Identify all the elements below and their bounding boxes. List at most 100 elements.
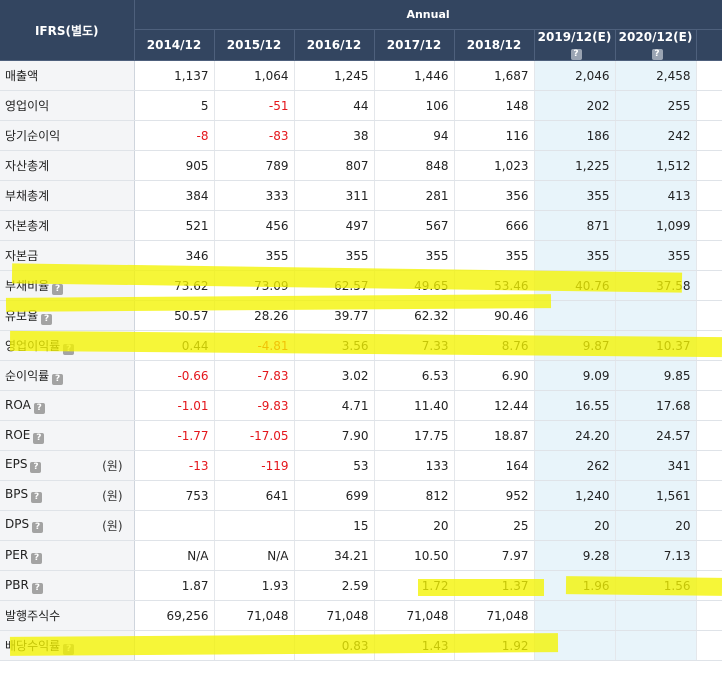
value-cell [534,300,616,331]
row-label: 자본금 [0,240,135,271]
value-cell [214,630,295,661]
row-label: 영업이익 [0,90,135,121]
value-cell: 355 [534,180,616,211]
value-cell: 497 [294,210,375,241]
row-label: DPS? (원) [0,510,135,541]
value-cell: 49.65 [374,270,455,301]
help-icon[interactable]: ? [651,49,663,60]
table-row: EPS? (원) -13 -119 53 133 164 262 341 [0,450,722,481]
value-cell: 53 [294,450,375,481]
value-cell: 355 [214,240,295,271]
spacer-cell [696,570,722,601]
value-cell: 186 [534,120,616,151]
value-cell: 1.37 [454,570,535,601]
row-label: 순이익률? [0,360,135,391]
value-cell: 4.71 [294,390,375,421]
value-cell: 262 [534,450,616,481]
value-cell: 7.90 [294,420,375,451]
value-cell: 2.59 [294,570,375,601]
value-cell: N/A [214,540,295,571]
year-header-2017: 2017/12 [374,29,455,61]
value-cell: 10.37 [615,330,697,361]
help-icon[interactable]: ? [33,432,45,444]
table-row: 부채비율? 73.62 73.09 62.57 49.65 53.46 40.76 37.58 [0,270,722,301]
help-icon[interactable]: ? [31,492,43,503]
value-cell: 7.13 [615,540,697,571]
value-cell: 3.02 [294,360,375,391]
row-label-text: PER [5,547,29,562]
value-cell: 6.53 [374,360,455,391]
value-cell: -119 [214,450,295,481]
row-label: 자산총계 [0,150,135,181]
value-cell: 53.46 [454,270,535,301]
value-cell: 9.87 [534,330,616,361]
value-cell: 25 [454,510,535,541]
help-icon[interactable]: ? [32,522,44,533]
row-label: PBR? [0,570,135,601]
value-cell: 1,225 [534,150,616,181]
year-header-2015: 2015/12 [214,29,295,61]
help-icon[interactable]: ? [31,582,43,594]
help-icon[interactable]: ? [52,283,64,295]
year-label: 2014/12 [146,38,202,52]
row-label: 매출액 [0,60,135,91]
value-cell: 807 [294,150,375,181]
row-label: 배당수익률? [0,630,135,661]
spacer-cell [696,390,722,421]
row-label: 부채비율? [0,270,135,301]
row-label-text: PBR [5,577,29,592]
spacer-cell [696,240,722,271]
value-cell: 164 [454,450,535,481]
help-icon[interactable]: ? [31,552,43,564]
value-cell: 1.56 [615,570,697,601]
year-header-2016: 2016/12 [294,29,375,61]
value-cell: 18.87 [454,420,535,451]
value-cell: 356 [454,180,535,211]
unit-label: (원) [102,489,123,503]
year-label: 2016/12 [306,38,362,52]
spacer-cell [696,540,722,571]
value-cell: 1,512 [615,150,697,181]
value-cell: 28.26 [214,300,295,331]
value-cell: 1,446 [374,60,455,91]
value-cell: -0.66 [134,360,215,391]
value-cell: 8.76 [454,330,535,361]
table-row: DPS? (원) 15 20 25 20 20 [0,510,722,541]
value-cell: 2,458 [615,60,697,91]
value-cell: -1.01 [134,390,215,421]
value-cell: 753 [134,480,215,511]
value-cell: 3.56 [294,330,375,361]
value-cell: -51 [214,90,295,121]
value-cell: 12.44 [454,390,535,421]
value-cell: 20 [615,510,697,541]
value-cell: 346 [134,240,215,271]
value-cell [534,600,616,631]
value-cell: 521 [134,210,215,241]
financial-summary-panel: IFRS(별도) Annual 2014/12 2015/12 2016/12 … [0,0,722,674]
value-cell: -8 [134,120,215,151]
spacer-cell [696,330,722,361]
help-icon[interactable]: ? [52,373,64,385]
row-label-text: ROA [5,397,31,412]
value-cell: 38 [294,120,375,151]
row-label-text: 자본총계 [5,219,50,233]
help-icon[interactable]: ? [30,462,42,473]
row-label: 발행주식수 [0,600,135,631]
help-icon[interactable]: ? [63,643,75,655]
help-icon[interactable]: ? [570,49,582,60]
table-row: PBR? 1.87 1.93 2.59 1.72 1.37 1.96 1.56 [0,570,722,601]
spacer-cell [696,60,722,91]
row-label: 자본총계 [0,210,135,241]
value-cell: 34.21 [294,540,375,571]
spacer-cell [696,210,722,241]
financial-table: IFRS(별도) Annual 2014/12 2015/12 2016/12 … [0,0,722,661]
help-icon[interactable]: ? [41,313,53,325]
ifrs-basis-header: IFRS(별도) [0,0,135,61]
value-cell: N/A [134,540,215,571]
help-icon[interactable]: ? [33,402,45,414]
annual-header: Annual [134,0,722,30]
value-cell: 62.57 [294,270,375,301]
help-icon[interactable]: ? [63,343,75,355]
value-cell [615,300,697,331]
table-row: BPS? (원) 753 641 699 812 952 1,240 1,561 [0,480,722,511]
